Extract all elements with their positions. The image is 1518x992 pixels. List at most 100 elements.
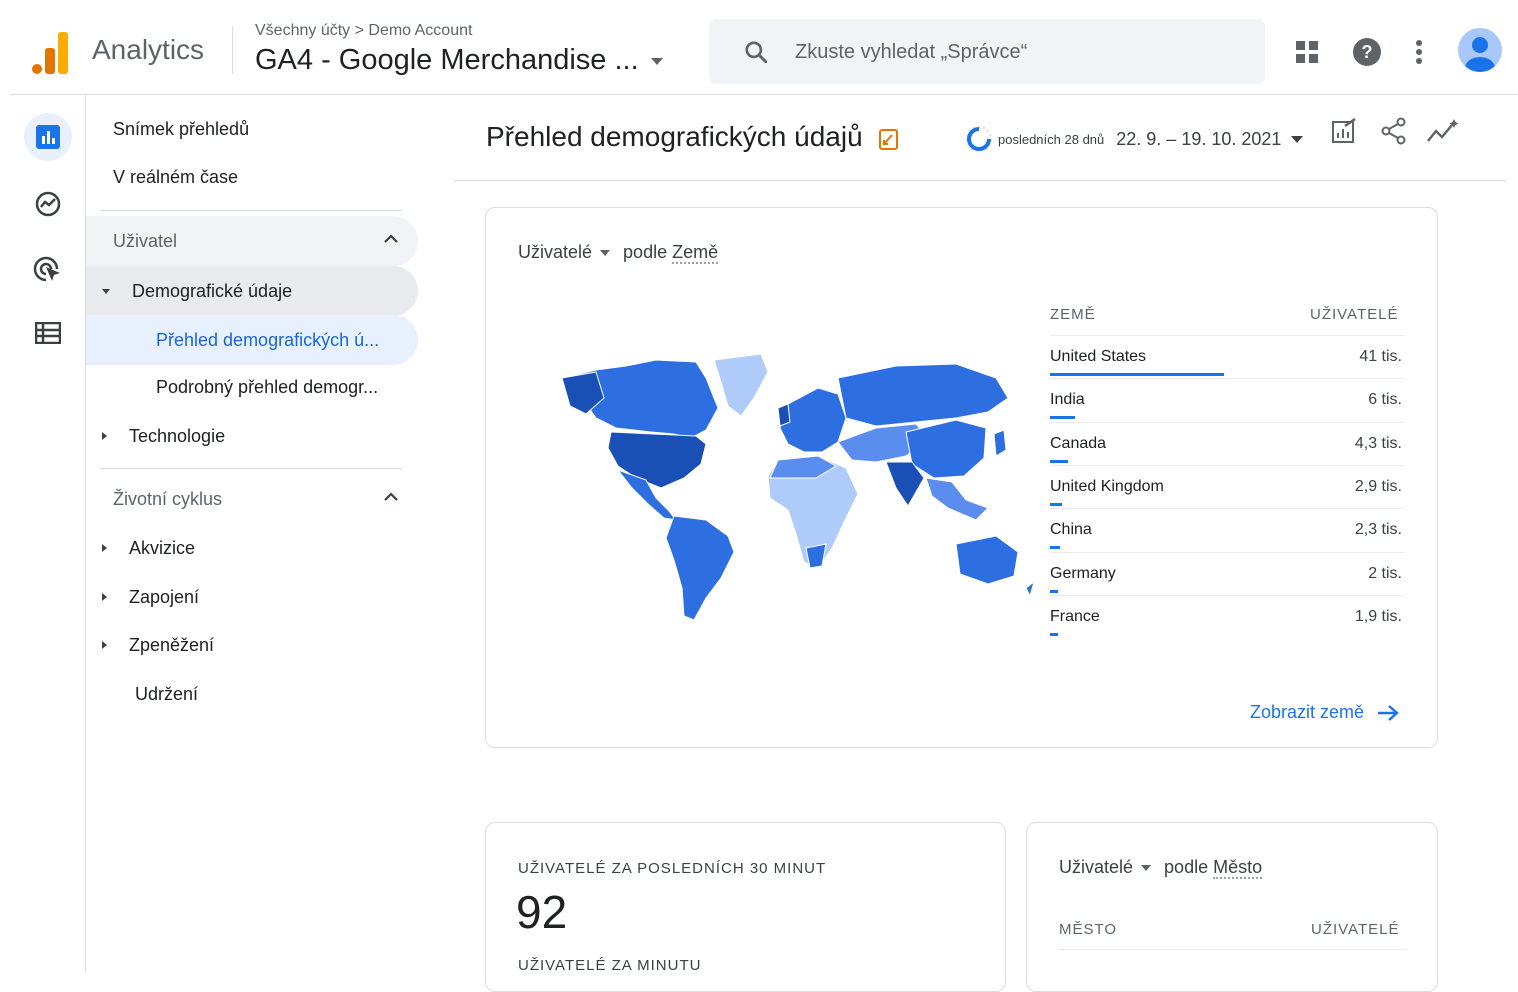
nav-item-demographics-detail[interactable]: Podrobný přehled demogr... bbox=[156, 364, 378, 410]
table-row[interactable]: United States 41 tis. bbox=[1050, 335, 1404, 379]
nav-item-snapshot[interactable]: Snímek přehledů bbox=[113, 106, 249, 152]
explore-nav[interactable] bbox=[32, 188, 64, 220]
col-header-dimension[interactable]: MĚSTO bbox=[1059, 921, 1117, 938]
map-south-africa bbox=[805, 543, 827, 569]
table-row[interactable]: Germany 2 tis. bbox=[1050, 551, 1404, 596]
country-users-bar bbox=[1050, 373, 1224, 376]
map-japan bbox=[993, 429, 1007, 457]
users-by-country-card: Uživatelé podle Země ZEMĚ UŽIVATELÉ Unit… bbox=[485, 207, 1438, 748]
country-users-value: 2,9 tis. bbox=[1354, 477, 1402, 495]
nav-group-label: Životní cyklus bbox=[113, 488, 223, 509]
table-row[interactable]: France 1,9 tis. bbox=[1050, 594, 1404, 639]
divider bbox=[1059, 949, 1407, 950]
caret-down-icon bbox=[600, 250, 611, 257]
help-icon[interactable]: ? bbox=[1352, 37, 1382, 67]
map-new-zealand bbox=[1025, 580, 1035, 598]
col-header-metric[interactable]: UŽIVATELÉ bbox=[1311, 921, 1399, 938]
search-box[interactable] bbox=[709, 19, 1265, 84]
metric-selector[interactable]: Uživatelé bbox=[1059, 857, 1159, 877]
caret-down-icon bbox=[650, 57, 663, 65]
country-users-value: 41 tis. bbox=[1359, 348, 1402, 365]
country-name: United States bbox=[1050, 348, 1147, 365]
table-row[interactable]: Canada 4,3 tis. bbox=[1050, 421, 1404, 466]
divider bbox=[100, 468, 402, 469]
nav-item-acquisition[interactable]: Akvizice bbox=[102, 525, 195, 571]
map-australia bbox=[955, 535, 1019, 585]
nav-group-user[interactable]: Uživatel bbox=[86, 216, 418, 266]
view-countries-link[interactable]: Zobrazit země bbox=[1250, 702, 1399, 723]
country-users-bar bbox=[1050, 632, 1059, 636]
configure-icon bbox=[35, 322, 61, 344]
advertising-nav[interactable] bbox=[32, 253, 64, 285]
nav-item-engagement[interactable]: Zapojení bbox=[102, 574, 199, 620]
date-preset-label: posledních 28 dnů bbox=[998, 131, 1105, 147]
analytics-logo-icon[interactable] bbox=[30, 30, 70, 74]
caret-right-icon bbox=[102, 432, 107, 440]
date-range-picker[interactable]: posledních 28 dnů 22. 9. – 19. 10. 2021 bbox=[964, 121, 1304, 157]
top-bar: Analytics Všechny účty > Demo Account GA… bbox=[10, 0, 1518, 95]
country-users-value: 2 tis. bbox=[1368, 564, 1402, 582]
nav-item-realtime[interactable]: V reálném čase bbox=[113, 154, 238, 200]
nav-group-lifecycle[interactable]: Životní cyklus bbox=[86, 474, 418, 524]
insights-icon[interactable] bbox=[1426, 117, 1460, 145]
reports-icon bbox=[36, 125, 60, 149]
country-name: United Kingdom bbox=[1050, 477, 1164, 495]
page-title: Přehled demografických údajů bbox=[486, 121, 900, 153]
nav-item-demographics[interactable]: Demografické údaje bbox=[86, 266, 418, 316]
country-users-bar bbox=[1050, 546, 1060, 550]
world-map[interactable] bbox=[556, 348, 1036, 628]
country-name: Germany bbox=[1050, 564, 1116, 582]
table-row[interactable]: United Kingdom 2,9 tis. bbox=[1050, 464, 1404, 509]
map-south-america bbox=[665, 515, 735, 621]
metric-selector[interactable]: Uživatelé bbox=[518, 242, 618, 262]
country-users-value: 6 tis. bbox=[1368, 391, 1402, 409]
by-label: podle bbox=[1164, 857, 1209, 877]
table-row[interactable]: India 6 tis. bbox=[1050, 378, 1404, 422]
account-avatar[interactable] bbox=[1458, 28, 1502, 72]
configure-nav[interactable] bbox=[32, 317, 64, 349]
country-users-bar bbox=[1050, 589, 1059, 593]
advertising-icon bbox=[33, 256, 60, 282]
left-rail bbox=[10, 95, 86, 972]
svg-text:?: ? bbox=[1362, 42, 1373, 62]
col-header-metric[interactable]: UŽIVATELÉ bbox=[1310, 306, 1398, 323]
users-by-city-card: Uživatelé podle Město MĚSTO UŽIVATELÉ bbox=[1026, 822, 1438, 992]
edit-report-icon[interactable] bbox=[878, 127, 900, 151]
share-icon[interactable] bbox=[1380, 117, 1408, 145]
nav-item-monetization[interactable]: Zpeněžení bbox=[102, 622, 214, 668]
country-name: France bbox=[1050, 607, 1100, 625]
search-input[interactable] bbox=[795, 37, 1235, 67]
property-selector[interactable]: GA4 - Google Merchandise ... bbox=[255, 44, 663, 77]
card-header: Uživatelé podle Země bbox=[518, 242, 719, 264]
col-header-dimension[interactable]: ZEMĚ bbox=[1050, 306, 1096, 323]
realtime-users-value: 92 bbox=[516, 886, 568, 938]
more-vert-icon[interactable] bbox=[1415, 39, 1423, 65]
customize-report-icon[interactable] bbox=[1330, 117, 1358, 145]
divider bbox=[100, 210, 402, 211]
map-uk bbox=[777, 403, 791, 427]
nav-item-label: Akvizice bbox=[129, 537, 196, 558]
map-greenland bbox=[713, 353, 769, 417]
dimension-label[interactable]: Město bbox=[1213, 857, 1263, 879]
reports-nav[interactable] bbox=[24, 113, 72, 161]
nav-group-label: Uživatel bbox=[113, 230, 178, 251]
country-name: Canada bbox=[1050, 434, 1107, 452]
country-users-bar bbox=[1050, 459, 1069, 463]
apps-grid-icon[interactable] bbox=[1296, 41, 1318, 63]
caret-down-icon bbox=[102, 288, 110, 294]
nav-item-demographics-overview[interactable]: Přehled demografických ú... bbox=[86, 315, 418, 365]
breadcrumb[interactable]: Všechny účty > Demo Account bbox=[255, 22, 472, 40]
nav-item-label: Zpeněžení bbox=[129, 634, 215, 655]
nav-item-technology[interactable]: Technologie bbox=[102, 413, 225, 459]
nav-item-label: Zapojení bbox=[129, 586, 200, 607]
explore-icon bbox=[35, 191, 61, 217]
card-header: Uživatelé podle Město bbox=[1059, 857, 1263, 879]
table-row[interactable]: China 2,3 tis. bbox=[1050, 508, 1404, 552]
page-title-text: Přehled demografických údajů bbox=[486, 121, 863, 152]
nav-item-retention[interactable]: Udržení bbox=[135, 671, 198, 717]
realtime-label: UŽIVATELÉ ZA POSLEDNÍCH 30 MINUT bbox=[518, 860, 827, 877]
divider bbox=[232, 26, 233, 74]
dimension-label[interactable]: Země bbox=[672, 242, 719, 264]
caret-right-icon bbox=[102, 593, 107, 601]
link-label: Zobrazit země bbox=[1250, 702, 1365, 722]
